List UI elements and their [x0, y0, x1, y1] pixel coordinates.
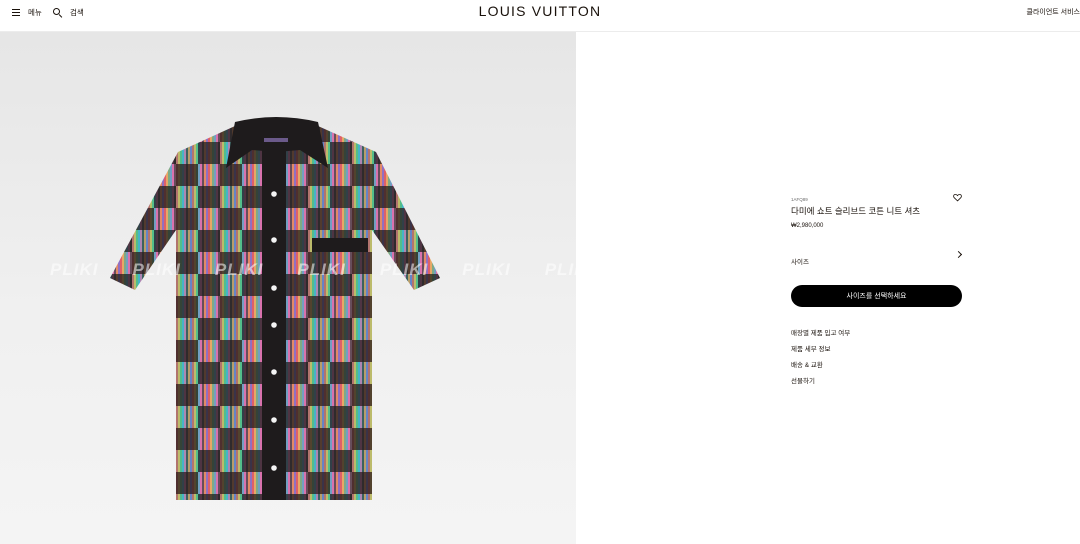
store-availability-link[interactable]: 매장별 제품 입고 여부: [791, 327, 962, 343]
client-service-link[interactable]: 클라이언트 서비스: [1027, 7, 1080, 17]
select-size-button[interactable]: 사이즈를 선택하세요: [791, 285, 962, 307]
size-selector[interactable]: 사이즈: [791, 250, 963, 266]
product-name: 다미에 쇼트 슬리브드 코튼 니트 셔츠: [791, 206, 921, 216]
search-icon: [53, 7, 62, 17]
delivery-returns-link[interactable]: 배송 & 교환: [791, 359, 962, 375]
product-links: 매장별 제품 입고 여부 제품 세부 정보 배송 & 교환 선물하기: [791, 327, 962, 391]
product-sku: 1AFQ89: [791, 197, 808, 202]
heart-icon[interactable]: [953, 193, 962, 202]
site-header: 메뉴 검색 LOUIS VUITTON 클라이언트 서비스: [0, 0, 1080, 32]
menu-button[interactable]: 메뉴: [12, 0, 42, 24]
search-button[interactable]: 검색: [53, 0, 84, 24]
gift-link[interactable]: 선물하기: [791, 375, 962, 391]
product-image-panel[interactable]: PLIKIPLIKIPLIKIPLIKIPLIKIPLIKIPLIKI: [0, 32, 576, 544]
chevron-right-icon: [954, 250, 963, 259]
hamburger-icon: [12, 8, 20, 16]
brand-logo[interactable]: LOUIS VUITTON: [479, 3, 602, 19]
product-image: [110, 117, 440, 500]
search-label: 검색: [70, 7, 84, 17]
menu-label: 메뉴: [28, 7, 42, 17]
product-price: ₩2,980,000: [791, 223, 824, 229]
size-label: 사이즈: [791, 259, 809, 266]
product-details-link[interactable]: 제품 세부 정보: [791, 343, 962, 359]
product-info: 1AFQ89 다미에 쇼트 슬리브드 코튼 니트 셔츠 ₩2,980,000 사…: [791, 193, 963, 391]
